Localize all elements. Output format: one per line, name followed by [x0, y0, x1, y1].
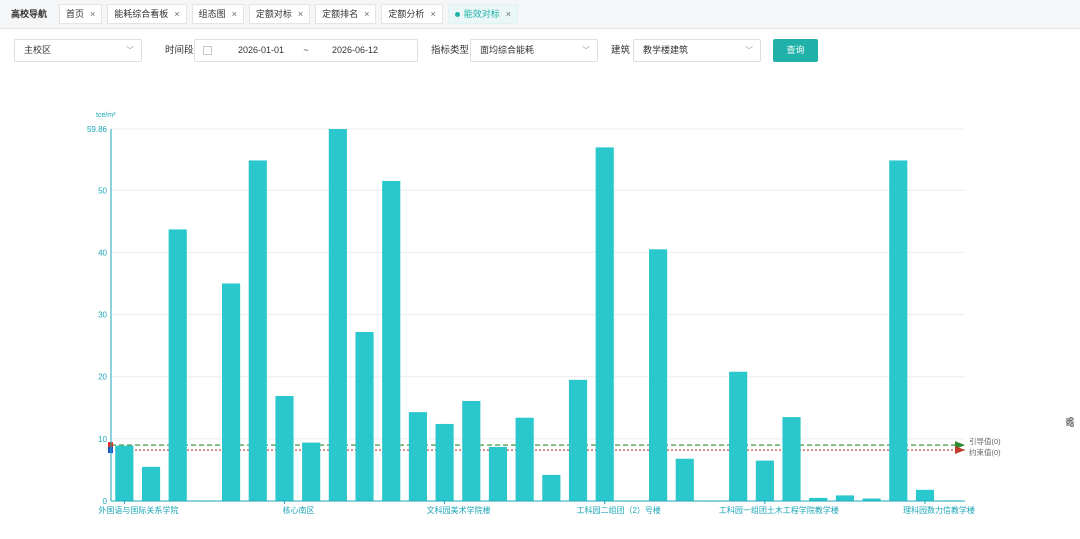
- tab-label: 定额对标: [255, 9, 292, 19]
- building-select[interactable]: 教学楼建筑 ﹀: [633, 39, 761, 62]
- tab-energy-dashboard[interactable]: 能耗综合看板 ×: [107, 4, 187, 24]
- bar[interactable]: [542, 474, 561, 501]
- bar[interactable]: [889, 160, 908, 501]
- y-tick-label: 20: [98, 373, 107, 382]
- filter-bar: 主校区 ﹀ 时间段 2026-01-01 ~ 2026-06-12 指标类型 面…: [0, 38, 1080, 64]
- y-tick-label: 30: [98, 311, 107, 320]
- tab-label: 首页: [66, 9, 85, 19]
- close-icon[interactable]: ×: [298, 4, 303, 24]
- close-icon[interactable]: ×: [364, 4, 369, 24]
- indicator-type-label: 指标类型: [431, 45, 470, 56]
- time-range-label: 时间段: [165, 45, 194, 56]
- tab-quota-benchmark[interactable]: 定额对标 ×: [248, 4, 311, 24]
- bar[interactable]: [355, 331, 374, 501]
- date-end[interactable]: 2026-06-12: [325, 40, 385, 61]
- bar[interactable]: [462, 400, 481, 501]
- x-tick-label: 外国语与国际关系学院: [98, 505, 178, 515]
- tab-label: 定额排名: [322, 9, 359, 19]
- bar[interactable]: [675, 458, 694, 501]
- close-icon[interactable]: ×: [174, 4, 179, 24]
- bar[interactable]: [275, 395, 294, 501]
- date-start[interactable]: 2026-01-01: [231, 40, 291, 61]
- bar[interactable]: [115, 445, 134, 501]
- bar[interactable]: [488, 446, 508, 501]
- indicator-type-value: 面均综合能耗: [480, 45, 535, 55]
- tab-configuration-diagram[interactable]: 组态图 ×: [191, 4, 244, 24]
- query-button[interactable]: 查询: [773, 39, 818, 62]
- chevron-down-icon: ﹀: [745, 46, 753, 55]
- tab-campus-nav[interactable]: 高校导航: [4, 4, 54, 24]
- date-range-picker[interactable]: 2026-01-01 ~ 2026-06-12: [194, 39, 418, 62]
- close-icon[interactable]: ×: [232, 4, 237, 24]
- reference-arrow-icon: [955, 446, 965, 455]
- bar[interactable]: [835, 495, 854, 501]
- bar[interactable]: [515, 417, 534, 501]
- x-tick-label: 核心南区: [282, 505, 314, 515]
- calendar-icon: [203, 46, 212, 55]
- campus-select[interactable]: 主校区 ﹀: [14, 39, 142, 62]
- tab-quota-analysis[interactable]: 定额分析 ×: [381, 4, 443, 24]
- tab-bar: 高校导航 首页 × 能耗综合看板 × 组态图 × 定额对标 × 定额排名 × 定…: [0, 0, 1080, 29]
- benchmark-bar-chart: 引导值(0)约束值(0) tce/m² 0 10 20 30 40 50 59.86 外国语与…: [87, 112, 1001, 515]
- reference-line-label: 引导值(0): [969, 436, 1001, 446]
- bar[interactable]: [248, 160, 267, 501]
- chevron-down-icon: ﹀: [582, 46, 590, 55]
- y-tick-label: 0: [103, 497, 108, 506]
- bar[interactable]: [141, 466, 161, 501]
- tab-efficiency-benchmark[interactable]: 能效对标 ×: [447, 4, 518, 24]
- bar[interactable]: [435, 423, 454, 501]
- building-select-value: 教学楼建筑: [643, 45, 689, 55]
- app-root: 高校导航 首页 × 能耗综合看板 × 组态图 × 定额对标 × 定额排名 × 定…: [0, 0, 1080, 539]
- x-tick-label: 理科园数力信教学楼: [903, 505, 975, 515]
- bar[interactable]: [328, 129, 347, 501]
- reference-line-label: 约束值(0): [969, 447, 1001, 457]
- bar[interactable]: [222, 283, 241, 501]
- chevron-down-icon: ﹀: [126, 46, 134, 55]
- y-tick-label: 50: [98, 186, 107, 195]
- y-axis-unit: tce/m²: [96, 112, 116, 119]
- building-label: 建筑: [611, 45, 631, 56]
- bar[interactable]: [729, 371, 748, 501]
- x-tick-label: 工科园二组团（2）号楼: [576, 505, 660, 515]
- tab-home[interactable]: 首页 ×: [59, 4, 103, 24]
- campus-select-value: 主校区: [24, 45, 52, 55]
- bar[interactable]: [568, 379, 588, 501]
- chart-bars: [115, 129, 961, 502]
- bar[interactable]: [595, 147, 614, 501]
- x-tick-label: 文科园美术学院楼: [427, 505, 491, 515]
- tab-quota-ranking[interactable]: 定额排名 ×: [315, 4, 377, 24]
- y-tick-label: 40: [98, 248, 107, 257]
- tab-label: 高校导航: [11, 9, 48, 19]
- bar[interactable]: [755, 460, 774, 501]
- bar[interactable]: [382, 180, 401, 501]
- date-separator: ~: [303, 45, 309, 55]
- active-dot-icon: [454, 11, 460, 17]
- x-tick-label: 工科园一组团土木工程学院教学楼: [719, 505, 839, 515]
- tab-label: 组态图: [198, 9, 226, 19]
- tab-label: 能耗综合看板: [114, 9, 169, 19]
- bar[interactable]: [168, 229, 187, 501]
- indicator-type-select[interactable]: 面均综合能耗 ﹀: [470, 39, 598, 62]
- bar[interactable]: [782, 417, 801, 501]
- close-icon[interactable]: ×: [90, 4, 95, 24]
- tab-label: 定额分析: [388, 9, 425, 19]
- close-icon[interactable]: ×: [430, 4, 435, 24]
- bar[interactable]: [915, 489, 935, 501]
- bar[interactable]: [302, 442, 321, 501]
- close-icon[interactable]: ×: [506, 4, 511, 24]
- y-tick-label: 59.86: [87, 125, 108, 134]
- tab-label: 能效对标: [463, 9, 500, 19]
- bar[interactable]: [649, 249, 668, 501]
- y-tick-label: 10: [98, 435, 107, 444]
- bar[interactable]: [408, 412, 427, 501]
